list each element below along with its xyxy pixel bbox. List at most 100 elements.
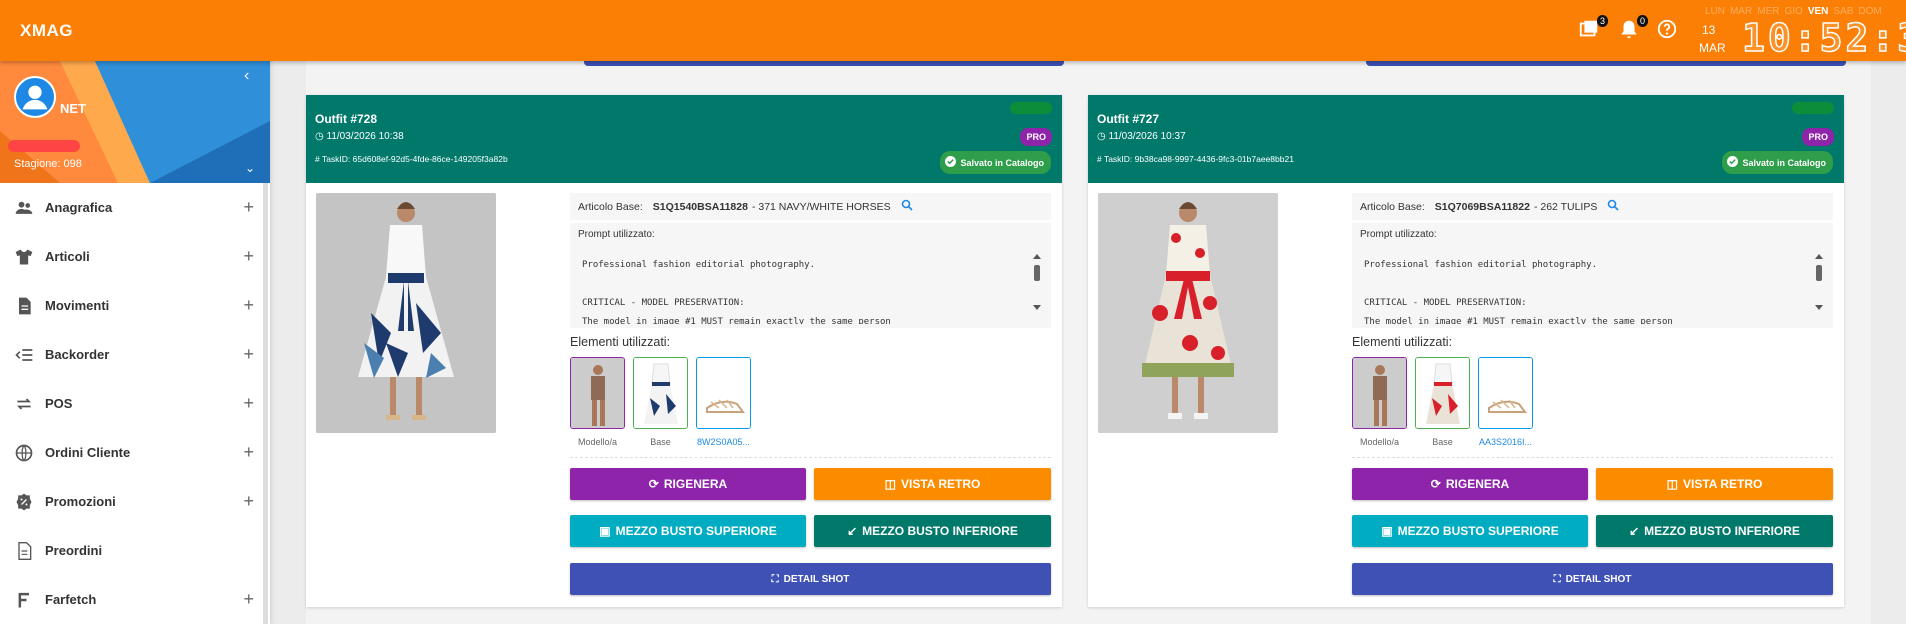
sidebar-item-label: Farfetch: [45, 592, 97, 607]
previous-card-button[interactable]: [584, 61, 1064, 66]
sidebar-item-movimenti[interactable]: Movimenti +: [0, 281, 270, 330]
back-view-button[interactable]: ◫ VISTA RETRO: [1596, 468, 1833, 500]
avatar[interactable]: [14, 76, 56, 118]
prompt-text: Professional fashion editorial photograp…: [582, 256, 1022, 324]
element-thumbnail[interactable]: [1478, 357, 1533, 429]
outfit-photo[interactable]: [316, 193, 496, 433]
sidebar-item-label: Articoli: [45, 249, 90, 264]
focus-icon: ⛶: [1553, 573, 1561, 585]
expand-plus-icon[interactable]: +: [243, 491, 254, 512]
prompt-scrollbar[interactable]: [1815, 253, 1823, 311]
expand-plus-icon[interactable]: +: [243, 589, 254, 610]
saved-catalog-badge: Salvato in Catalogo: [1722, 151, 1833, 174]
shirt-icon: [14, 247, 34, 267]
sidebar-item-anagrafica[interactable]: Anagrafica +: [0, 183, 270, 232]
element-thumbnail[interactable]: [570, 357, 625, 429]
sidebar-item-label: Promozioni: [45, 494, 116, 509]
element-thumbnail-label: Base: [650, 437, 671, 447]
upper-body-icon: ▣: [599, 524, 611, 538]
elements-label: Elementi utilizzati:: [1352, 335, 1453, 349]
arrow-down-left-icon: ↙: [1629, 524, 1640, 538]
bell-icon[interactable]: 0: [1618, 15, 1648, 42]
prompt-line: The model in image #1 MUST remain exactl…: [582, 317, 891, 324]
sidebar-item-promozioni[interactable]: Promozioni +: [0, 477, 270, 526]
card-date: ◷ 11/03/2026 10:37: [1097, 131, 1186, 142]
upper-half-button[interactable]: ▣ MEZZO BUSTO SUPERIORE: [570, 515, 806, 547]
prompt-label: Prompt utilizzato:: [578, 229, 655, 240]
regenerate-label: RIGENERA: [663, 477, 728, 491]
sidebar-item-preordini[interactable]: Preordini: [0, 526, 270, 575]
sidebar-item-label: POS: [45, 396, 73, 411]
upper-half-label: MEZZO BUSTO SUPERIORE: [615, 524, 777, 538]
chevron-down-icon[interactable]: ⌄: [245, 161, 255, 175]
article-base-label: Articolo Base:: [1360, 200, 1425, 213]
element-thumbnail-label[interactable]: AA3S2016I...: [1478, 437, 1533, 447]
content-panel: Outfit #728 ◷ 11/03/2026 10:38 # TaskID: 6…: [306, 61, 1871, 624]
card-header: Outfit #727 ◷ 11/03/2026 10:37 # TaskID: 9…: [1088, 95, 1844, 183]
regenerate-button[interactable]: ⟳ RIGENERA: [1352, 468, 1588, 500]
sidebar: NET Stagione: 098 ‹ ⌄ Anagrafica + Articol…: [0, 61, 270, 624]
expand-plus-icon[interactable]: +: [243, 393, 254, 414]
element-thumbnail-label[interactable]: 8W2S0A05...: [696, 437, 751, 447]
expand-plus-icon[interactable]: +: [243, 442, 254, 463]
prompt-text: Professional fashion editorial photograp…: [1364, 256, 1804, 324]
back-view-button[interactable]: ◫ VISTA RETRO: [814, 468, 1051, 500]
expand-plus-icon[interactable]: +: [243, 295, 254, 316]
search-icon[interactable]: [901, 199, 913, 214]
outfit-photo[interactable]: [1098, 193, 1278, 433]
cart-icon[interactable]: 3: [1578, 15, 1608, 42]
prompt-box[interactable]: Prompt utilizzato: Professional fashion e…: [1352, 223, 1833, 328]
sidebar-item-label: Anagrafica: [45, 200, 113, 215]
arrow-down-left-icon: ↙: [847, 524, 858, 538]
detail-shot-button[interactable]: ⛶ DETAIL SHOT: [1352, 563, 1833, 595]
sidebar-item-farfetch[interactable]: Farfetch +: [0, 575, 270, 624]
refresh-icon: ⟳: [648, 477, 659, 491]
people-icon: [14, 198, 34, 218]
app-brand[interactable]: XMAG: [20, 21, 73, 41]
element-thumbnail[interactable]: [696, 357, 751, 429]
card-date-text: 11/03/2026 10:38: [326, 131, 404, 142]
pro-badge: PRO: [1020, 128, 1052, 146]
columns-icon: ◫: [1666, 477, 1678, 491]
expand-plus-icon[interactable]: +: [243, 246, 254, 267]
lower-half-button[interactable]: ↙ MEZZO BUSTO INFERIORE: [1596, 515, 1833, 547]
sidebar-item-pos[interactable]: POS +: [0, 379, 270, 428]
card-task-id: # TaskID: 9b38ca98-9997-4436-9fc3-01b7ae…: [1097, 154, 1294, 164]
help-icon[interactable]: [1656, 18, 1680, 42]
expand-plus-icon[interactable]: +: [243, 197, 254, 218]
outfit-card: Outfit #728 ◷ 11/03/2026 10:38 # TaskID: 6…: [306, 95, 1062, 607]
check-circle-icon: [945, 156, 957, 169]
card-date-text: 11/03/2026 10:37: [1108, 131, 1186, 142]
lower-half-button[interactable]: ↙ MEZZO BUSTO INFERIORE: [814, 515, 1051, 547]
element-thumbnail[interactable]: [633, 357, 688, 429]
prompt-scrollbar[interactable]: [1033, 253, 1041, 311]
previous-card-button[interactable]: [1366, 61, 1846, 66]
card-title: Outfit #728: [315, 112, 378, 126]
prompt-line: [1364, 275, 1804, 294]
sidebar-item-articoli[interactable]: Articoli +: [0, 232, 270, 281]
sidebar-item-ordini-cliente[interactable]: Ordini Cliente +: [0, 428, 270, 477]
article-base-row: Articolo Base: S1Q7069BSA11822- 262 TULIP…: [1352, 193, 1833, 220]
upper-half-button[interactable]: ▣ MEZZO BUSTO SUPERIORE: [1352, 515, 1588, 547]
expand-plus-icon[interactable]: +: [243, 344, 254, 365]
search-icon[interactable]: [1607, 199, 1619, 214]
clock-icon: ◷: [315, 131, 324, 142]
detail-shot-button[interactable]: ⛶ DETAIL SHOT: [570, 563, 1051, 595]
detail-shot-label: DETAIL SHOT: [1565, 573, 1632, 585]
sidebar-scrollbar[interactable]: [263, 183, 268, 624]
card-date: ◷ 11/03/2026 10:38: [315, 131, 404, 142]
article-desc: - 262 TULIPS: [1533, 200, 1598, 213]
regenerate-label: RIGENERA: [1445, 477, 1510, 491]
collapse-sidebar-icon[interactable]: ‹: [244, 67, 249, 85]
saved-catalog-text: Salvato in Catalogo: [960, 157, 1044, 168]
card-title: Outfit #727: [1097, 112, 1160, 126]
element-thumbnail[interactable]: [1352, 357, 1407, 429]
regenerate-button[interactable]: ⟳ RIGENERA: [570, 468, 806, 500]
prompt-line: CRITICAL - MODEL PRESERVATION:: [582, 298, 745, 308]
file-icon: [14, 541, 34, 561]
detail-shot-label: DETAIL SHOT: [783, 573, 850, 585]
element-thumbnail[interactable]: [1415, 357, 1470, 429]
prompt-box[interactable]: Prompt utilizzato: Professional fashion e…: [570, 223, 1051, 328]
weekday-lun: LUN: [1705, 6, 1726, 17]
sidebar-item-backorder[interactable]: Backorder +: [0, 330, 270, 379]
